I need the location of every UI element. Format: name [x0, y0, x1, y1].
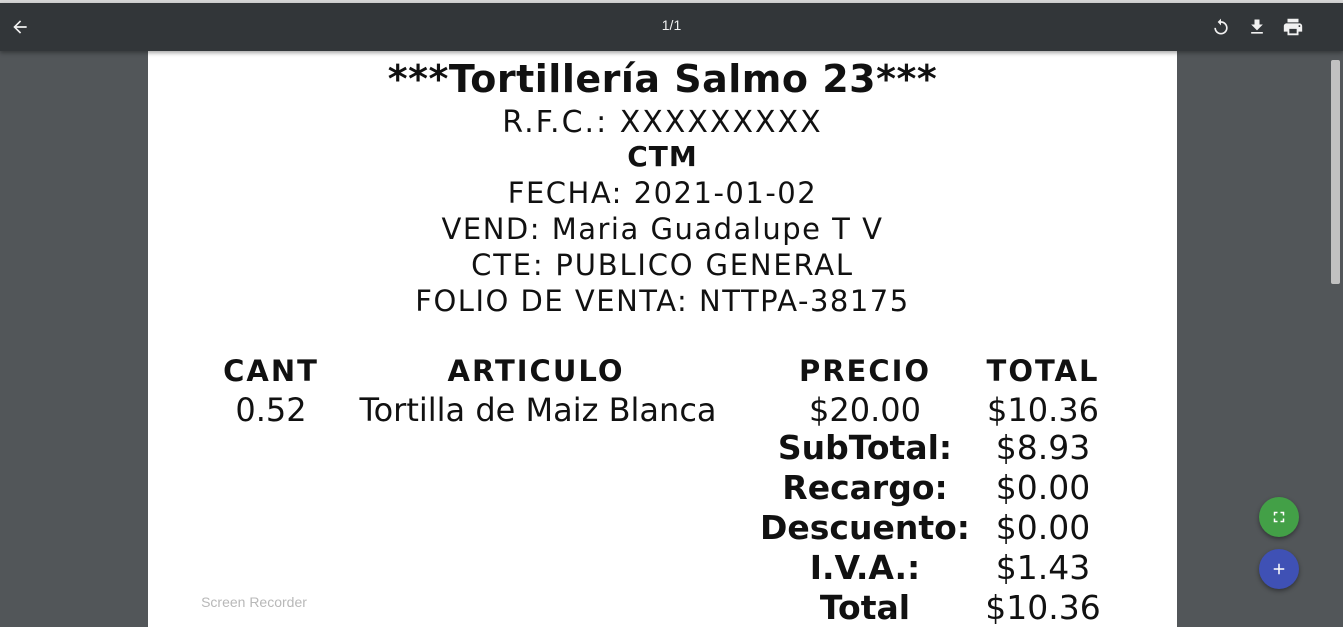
date-line: FECHA: 2021-01-02 — [507, 176, 818, 210]
column-header-articulo: ARTICULO — [447, 354, 625, 388]
fullscreen-icon — [1273, 511, 1285, 523]
descuento-label: Descuento: — [760, 508, 970, 547]
iva-value: $1.43 — [995, 548, 1091, 587]
iva-label: I.V.A.: — [809, 548, 921, 587]
rotate-icon — [1214, 18, 1228, 35]
page-counter: 1/1 — [661, 17, 682, 33]
column-header-total: TOTAL — [986, 354, 1100, 388]
descuento-value: $0.00 — [995, 508, 1091, 547]
add-button[interactable] — [1259, 549, 1299, 589]
rotate-button[interactable] — [1205, 11, 1237, 43]
sale-folio-line: FOLIO DE VENTA: NTTPA-38175 — [415, 284, 910, 318]
download-button[interactable] — [1241, 11, 1273, 43]
total-value: $10.36 — [985, 588, 1101, 627]
item-precio: $20.00 — [809, 391, 921, 429]
plus-icon — [1273, 563, 1285, 575]
pdf-page: ***Tortillería Salmo 23*** R.F.C.: XXXXX… — [148, 51, 1177, 627]
fullscreen-button[interactable] — [1259, 497, 1299, 537]
item-total: $10.36 — [987, 391, 1099, 429]
subtotal-label: SubTotal: — [777, 428, 953, 467]
seller-line: VEND: Maria Guadalupe T V — [441, 212, 884, 246]
column-header-cant: CANT — [223, 354, 319, 388]
recargo-label: Recargo: — [782, 468, 948, 507]
screen-recorder-label[interactable]: Screen Recorder — [192, 588, 316, 616]
recargo-value: $0.00 — [995, 468, 1091, 507]
vertical-scrollbar[interactable] — [1329, 51, 1343, 627]
print-icon — [1283, 18, 1303, 36]
column-header-precio: PRECIO — [798, 354, 932, 388]
scrollbar-thumb[interactable] — [1331, 60, 1340, 284]
print-button[interactable] — [1277, 11, 1309, 43]
subtotal-value: $8.93 — [995, 428, 1091, 467]
pdf-viewer[interactable]: ***Tortillería Salmo 23*** R.F.C.: XXXXX… — [0, 51, 1343, 627]
item-cant: 0.52 — [235, 391, 307, 429]
total-label: Total — [819, 588, 911, 627]
customer-line: CTE: PUBLICO GENERAL — [471, 248, 854, 282]
ctm-line: CTM — [627, 140, 698, 173]
rfc-line: R.F.C.: XXXXXXXXX — [502, 105, 823, 140]
download-icon — [1251, 19, 1263, 34]
item-articulo: Tortilla de Maiz Blanca — [359, 391, 717, 429]
store-title: ***Tortillería Salmo 23*** — [387, 57, 938, 101]
pdf-toolbar: 1/1 — [0, 3, 1343, 51]
